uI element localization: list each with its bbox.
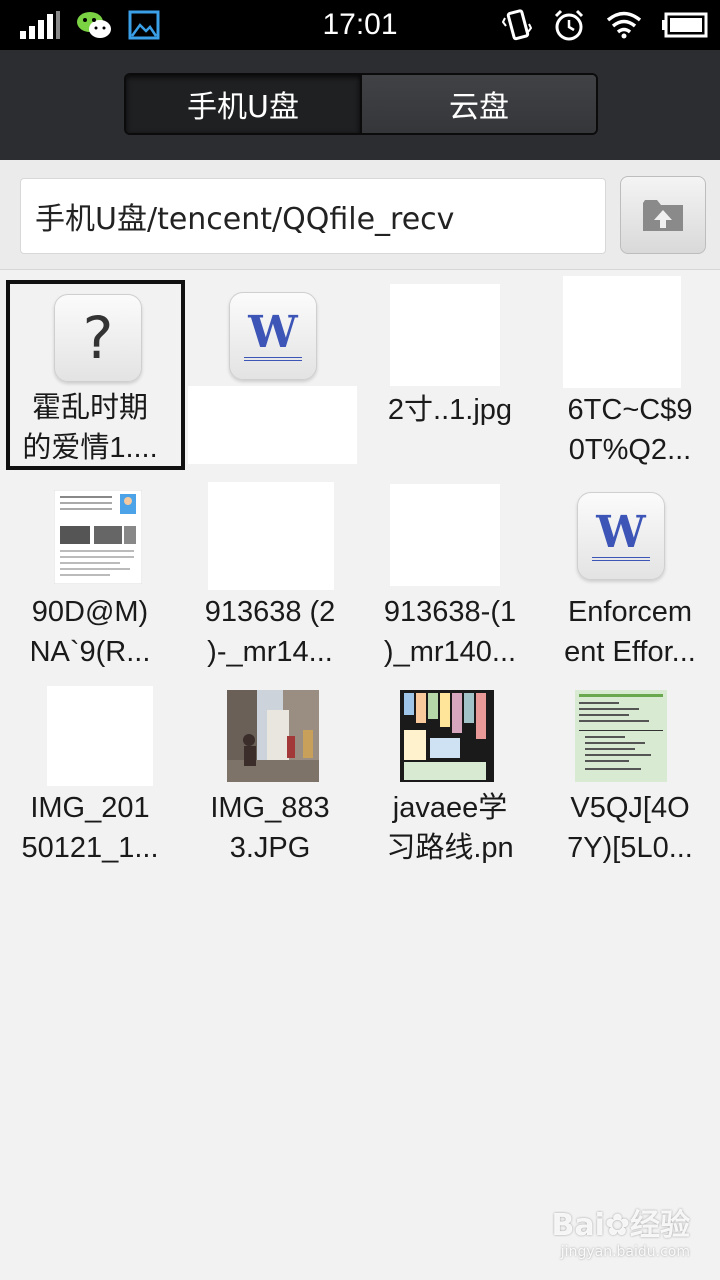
- file-name: javaee学 习路线.pn: [386, 792, 514, 864]
- file-name: V5QJ[4O 7Y)[5L0...: [567, 792, 693, 864]
- battery-icon: [662, 12, 708, 38]
- unknown-file-icon: ?: [54, 294, 142, 382]
- file-item[interactable]: V5QJ[4O 7Y)[5L0...: [540, 680, 720, 880]
- status-bar: 17:01: [0, 0, 720, 50]
- path-bar: 手机U盘/tencent/QQfile_recv: [0, 160, 720, 270]
- image-thumbnail: [47, 686, 153, 786]
- file-name: 90D@M) NA`9(R...: [29, 596, 151, 668]
- wifi-icon: [606, 11, 642, 39]
- photo-thumbnail: [227, 690, 319, 782]
- file-item[interactable]: ? 霍乱时期 的爱情1....: [0, 270, 185, 470]
- chart-image-thumbnail: [400, 690, 494, 782]
- file-name: 2寸..1.jpg: [387, 394, 513, 426]
- file-item[interactable]: 6TC~C$9 0T%Q2...: [540, 270, 720, 470]
- file-name: IMG_201 50121_1...: [21, 792, 159, 864]
- tab-phone-storage[interactable]: 手机U盘: [126, 75, 360, 133]
- storage-tabs: 手机U盘 云盘: [124, 73, 598, 135]
- word-document-icon: W: [577, 492, 665, 580]
- spreadsheet-image-thumbnail: [575, 690, 667, 782]
- document-image-thumbnail: [54, 490, 142, 584]
- paw-icon: ✿: [604, 1208, 630, 1243]
- file-item[interactable]: IMG_883 3.JPG: [180, 680, 360, 880]
- word-document-icon: W: [229, 292, 317, 380]
- image-thumbnail: [390, 284, 500, 386]
- vibrate-icon: [502, 9, 532, 41]
- file-item[interactable]: 913638 (2 )-_mr14...: [180, 480, 360, 680]
- current-path[interactable]: 手机U盘/tencent/QQfile_recv: [20, 178, 606, 254]
- file-item[interactable]: W: [180, 270, 360, 470]
- folder-up-icon: [643, 200, 683, 231]
- file-name: 913638-(1 )_mr140...: [383, 596, 517, 668]
- file-item[interactable]: IMG_201 50121_1...: [0, 680, 180, 880]
- file-item[interactable]: 913638-(1 )_mr140...: [360, 480, 540, 680]
- file-name: 6TC~C$9 0T%Q2...: [567, 394, 693, 466]
- image-thumbnail: [208, 482, 334, 590]
- tab-cloud-storage[interactable]: 云盘: [360, 75, 596, 133]
- alarm-icon: [554, 9, 584, 41]
- header-bar: 手机U盘 云盘: [0, 50, 720, 160]
- file-name: 霍乱时期 的爱情1....: [22, 392, 158, 464]
- parent-folder-button[interactable]: [620, 176, 706, 254]
- label-blank-area: [188, 386, 357, 464]
- file-item[interactable]: javaee学 习路线.pn: [360, 680, 540, 880]
- file-name: 913638 (2 )-_mr14...: [204, 596, 336, 668]
- image-thumbnail: [563, 276, 681, 388]
- file-item[interactable]: 90D@M) NA`9(R...: [0, 480, 180, 680]
- baidu-watermark: Bai✿经验 jingyan.baidu.com: [551, 1208, 690, 1260]
- file-name: Enforcem ent Effor...: [564, 596, 696, 668]
- image-thumbnail: [390, 484, 500, 586]
- file-item[interactable]: W Enforcem ent Effor...: [540, 480, 720, 680]
- file-name: IMG_883 3.JPG: [210, 792, 330, 864]
- file-item[interactable]: 2寸..1.jpg: [360, 270, 540, 470]
